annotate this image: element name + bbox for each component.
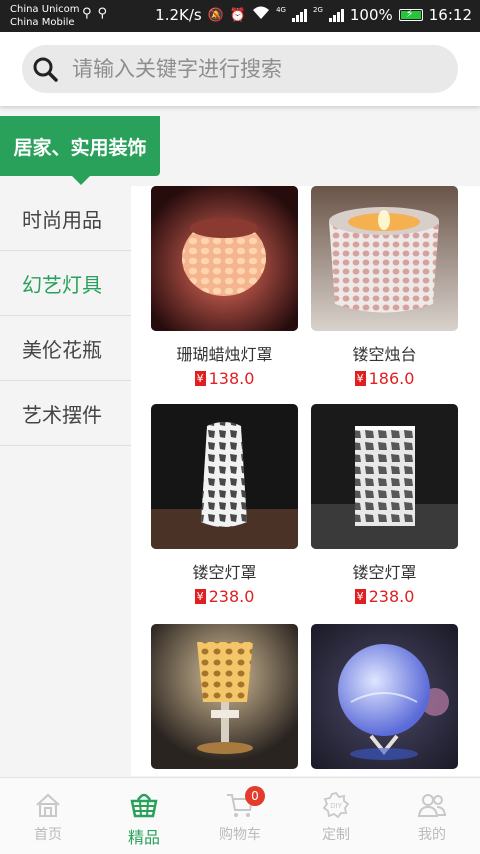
search-icon[interactable] [32, 56, 58, 82]
diy-icon: DIY [322, 791, 350, 819]
product-card[interactable]: 珊瑚蜡烛灯罩 ¥138.0 [151, 186, 298, 388]
sidebar-item-ornaments[interactable]: 艺术摆件 [0, 381, 131, 446]
product-card[interactable]: 镂空烛台 ¥186.0 [311, 186, 458, 388]
product-name: 镂空灯罩 [192, 563, 257, 582]
carrier-1: China Unicom [10, 4, 80, 15]
product-card[interactable] [311, 624, 458, 769]
nav-featured[interactable]: 精品 [96, 778, 192, 854]
product-name: 珊瑚蜡烛灯罩 [176, 345, 273, 364]
signal-icon [291, 8, 307, 22]
product-card[interactable] [151, 624, 298, 769]
search-header [0, 32, 480, 106]
product-name: 镂空灯罩 [352, 563, 417, 582]
usb-icon: ⚲⚲ [82, 6, 114, 21]
nav-custom[interactable]: DIY 定制 [288, 778, 384, 854]
cart-badge: 0 [245, 786, 265, 806]
product-image-hollow-lampshade[interactable] [151, 404, 298, 549]
currency-badge: ¥ [354, 589, 366, 604]
price-value: 238.0 [208, 587, 255, 606]
product-name: 镂空烛台 [352, 345, 417, 364]
nav-cart-label: 购物车 [219, 827, 261, 843]
product-image-table-lamp[interactable] [151, 624, 298, 769]
basket-icon [130, 793, 158, 818]
nav-mine[interactable]: 我的 [384, 778, 480, 854]
product-image-candle-holder[interactable] [311, 186, 458, 331]
product-image-coral-lamp[interactable] [151, 186, 298, 331]
mute-icon: 🔕 [207, 7, 224, 23]
product-grid: 珊瑚蜡烛灯罩 ¥138.0 镂空烛台 ¥ 186.0 镂空灯罩 ¥ 238.0 … [131, 186, 480, 776]
search-input[interactable] [70, 56, 434, 82]
carrier-info: China Unicom China Mobile [10, 3, 80, 29]
price-value: 186.0 [368, 369, 415, 388]
carrier-2: China Mobile [10, 17, 75, 28]
nav-cart[interactable]: 0 购物车 [192, 778, 288, 854]
signal-4g-label: 4G [276, 6, 286, 14]
product-image-moon-lamp[interactable] [311, 624, 458, 769]
status-bar: China Unicom China Mobile ⚲⚲ 1.2K/s 🔕 ⏰ … [0, 0, 480, 32]
alarm-icon: ⏰ [229, 7, 247, 23]
category-sidebar: 时尚用品 幻艺灯具 美伦花瓶 艺术摆件 [0, 186, 131, 446]
product-card[interactable]: 镂空灯罩 ¥238.0 [311, 404, 458, 606]
sidebar-item-fashion[interactable]: 时尚用品 [0, 186, 131, 251]
signal-2g-label: 2G [312, 6, 323, 14]
category-tab[interactable]: 居家、实用装饰 [0, 116, 160, 185]
product-image-hollow-lampshade-square[interactable] [311, 404, 458, 549]
sidebar-item-vases[interactable]: 美伦花瓶 [0, 316, 131, 381]
nav-home[interactable]: 首页 [0, 778, 96, 854]
product-price: ¥186.0 [311, 369, 458, 388]
home-icon [36, 793, 60, 817]
clock: 16:12 [428, 6, 472, 24]
product-price: ¥238.0 [311, 587, 458, 606]
battery-icon: ⚡ [398, 7, 423, 21]
battery-percent: 100% [349, 6, 393, 24]
nav-featured-label: 精品 [127, 828, 160, 847]
wifi-icon [252, 6, 270, 24]
currency-badge: ¥ [354, 371, 366, 386]
user-icon [417, 794, 447, 817]
currency-badge: ¥ [194, 589, 206, 604]
nav-mine-label: 我的 [418, 827, 446, 843]
product-price: ¥238.0 [151, 587, 298, 606]
network-speed: 1.2K/s [155, 6, 202, 24]
price-value: 238.0 [368, 587, 415, 606]
product-card[interactable]: 镂空灯罩 ¥238.0 [151, 404, 298, 606]
sidebar-item-lamps[interactable]: 幻艺灯具 [0, 251, 131, 316]
price-value: 138.0 [208, 369, 255, 388]
bottom-nav: 首页 精品 0 购物车 DIY 定制 我的 [0, 777, 480, 854]
product-price: ¥138.0 [151, 369, 298, 388]
svg-text:DIY: DIY [330, 802, 342, 810]
search-bar[interactable] [22, 45, 458, 93]
signal-icon-2 [328, 8, 344, 22]
nav-home-label: 首页 [34, 827, 62, 843]
currency-badge: ¥ [194, 371, 206, 386]
nav-custom-label: 定制 [322, 827, 350, 843]
